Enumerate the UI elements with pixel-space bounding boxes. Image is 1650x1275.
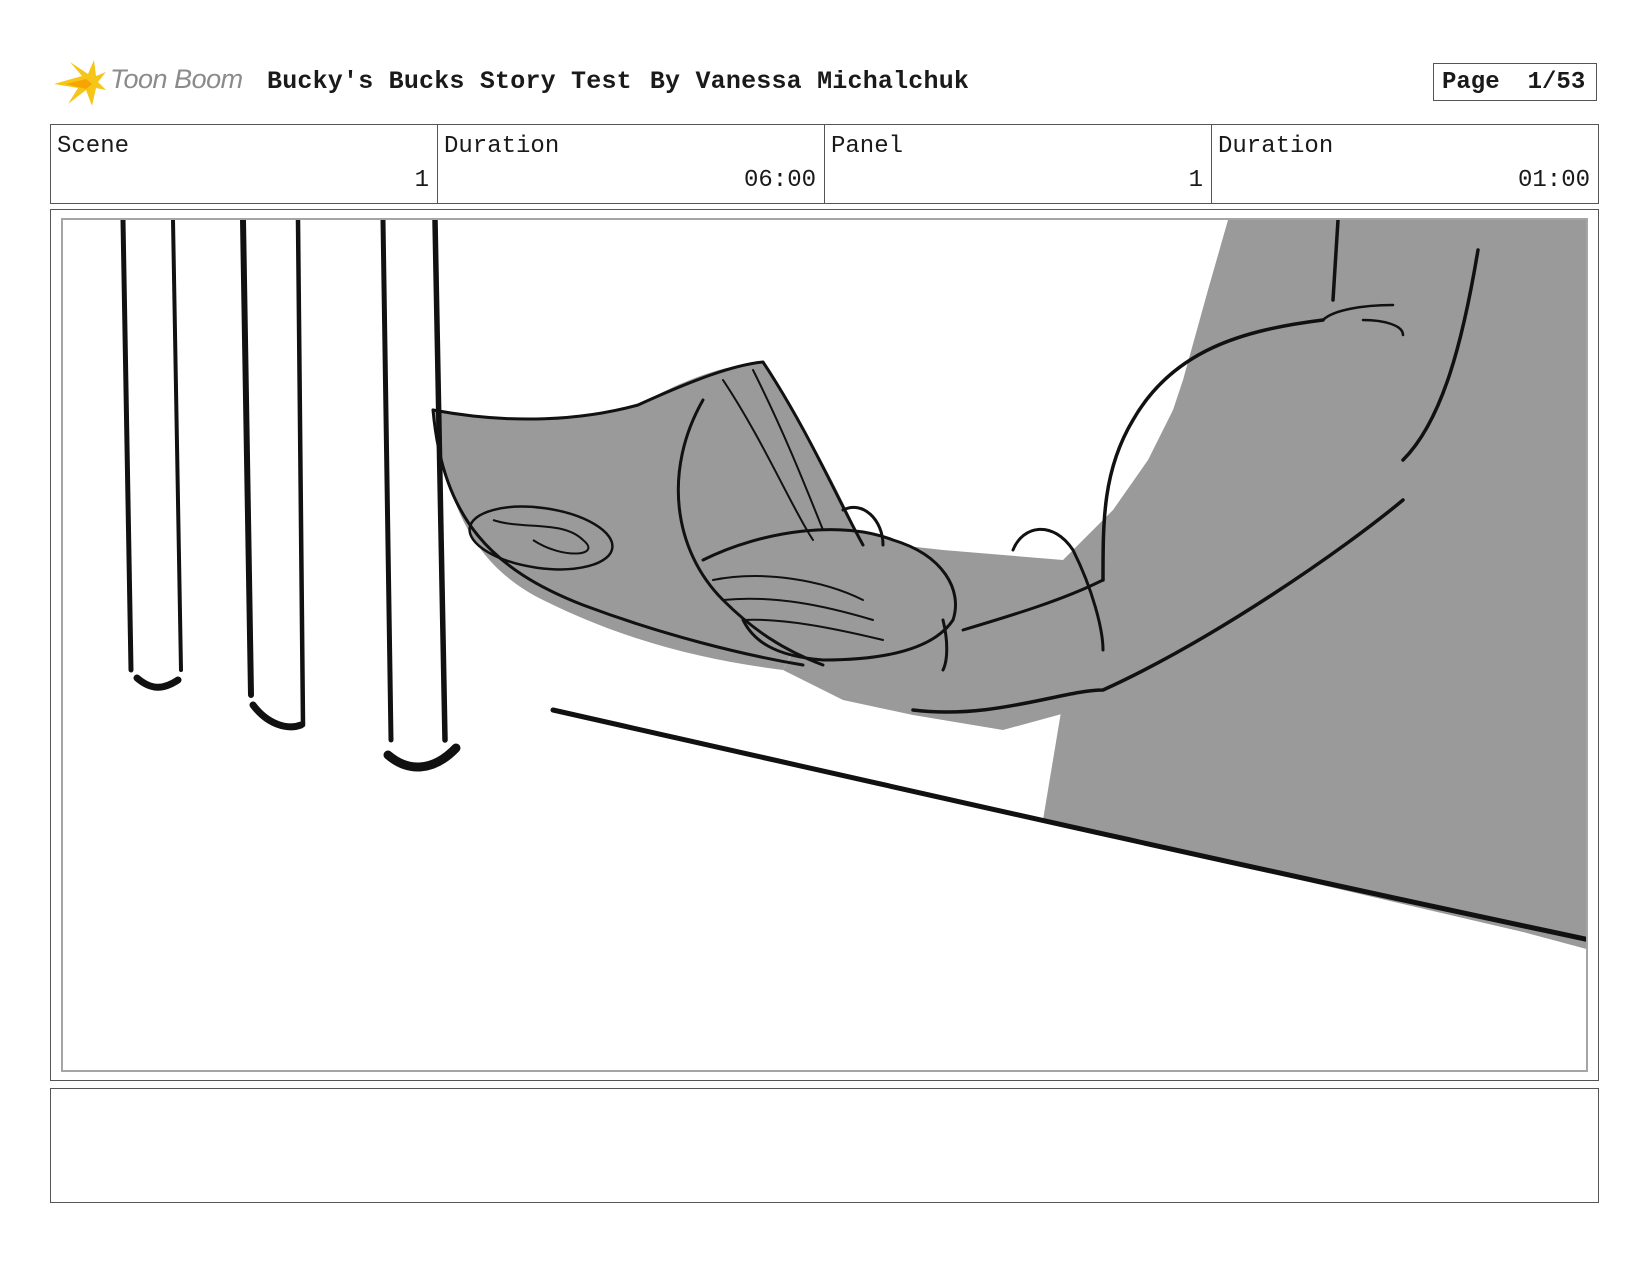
hanging-line-3	[240, 220, 254, 698]
story-author: By Vanessa Michalchuk	[649, 67, 970, 96]
panel-label: Panel	[831, 133, 904, 160]
panel-duration-value: 01:00	[1517, 167, 1590, 194]
scene-duration-value: 06:00	[743, 167, 816, 194]
hanging-line-1	[120, 220, 134, 673]
hanging-tip-3	[383, 743, 461, 772]
hanging-line-6	[432, 220, 448, 743]
storyboard-panel	[61, 218, 1588, 1072]
page-indicator: Page 1/53	[1433, 63, 1597, 101]
scene-duration-cell: Duration 06:00	[438, 125, 825, 203]
storyboard-panel-frame	[50, 209, 1599, 1081]
panel-info-row: Scene 1 Duration 06:00 Panel 1 Duration …	[50, 124, 1599, 204]
hanging-line-5	[380, 220, 394, 743]
hanging-line-2	[171, 220, 183, 672]
hanging-tip-2	[249, 701, 305, 731]
logo-wordmark: Toon Boom	[110, 64, 243, 94]
hanging-tip-1	[133, 674, 182, 691]
panel-value: 1	[1188, 167, 1203, 194]
panel-sketch	[120, 220, 1586, 949]
scene-cell: Scene 1	[51, 125, 438, 203]
panel-notes-box	[50, 1088, 1599, 1203]
document-title: Bucky's Bucks Story Test By Vanessa Micha…	[267, 67, 969, 96]
panel-duration-label: Duration	[1218, 133, 1334, 160]
scene-value: 1	[414, 167, 429, 194]
scene-duration-label: Duration	[444, 133, 560, 160]
panel-duration-cell: Duration 01:00	[1212, 125, 1598, 203]
toon-boom-burst-icon	[54, 60, 106, 106]
hanging-line-4	[295, 220, 306, 728]
scene-label: Scene	[57, 133, 130, 160]
panel-cell: Panel 1	[825, 125, 1212, 203]
page-number: 1/53	[1527, 68, 1586, 96]
story-title: Bucky's Bucks Story Test	[267, 67, 632, 96]
toon-boom-logo: Toon Boom	[52, 58, 252, 110]
page-label: Page	[1442, 68, 1500, 96]
